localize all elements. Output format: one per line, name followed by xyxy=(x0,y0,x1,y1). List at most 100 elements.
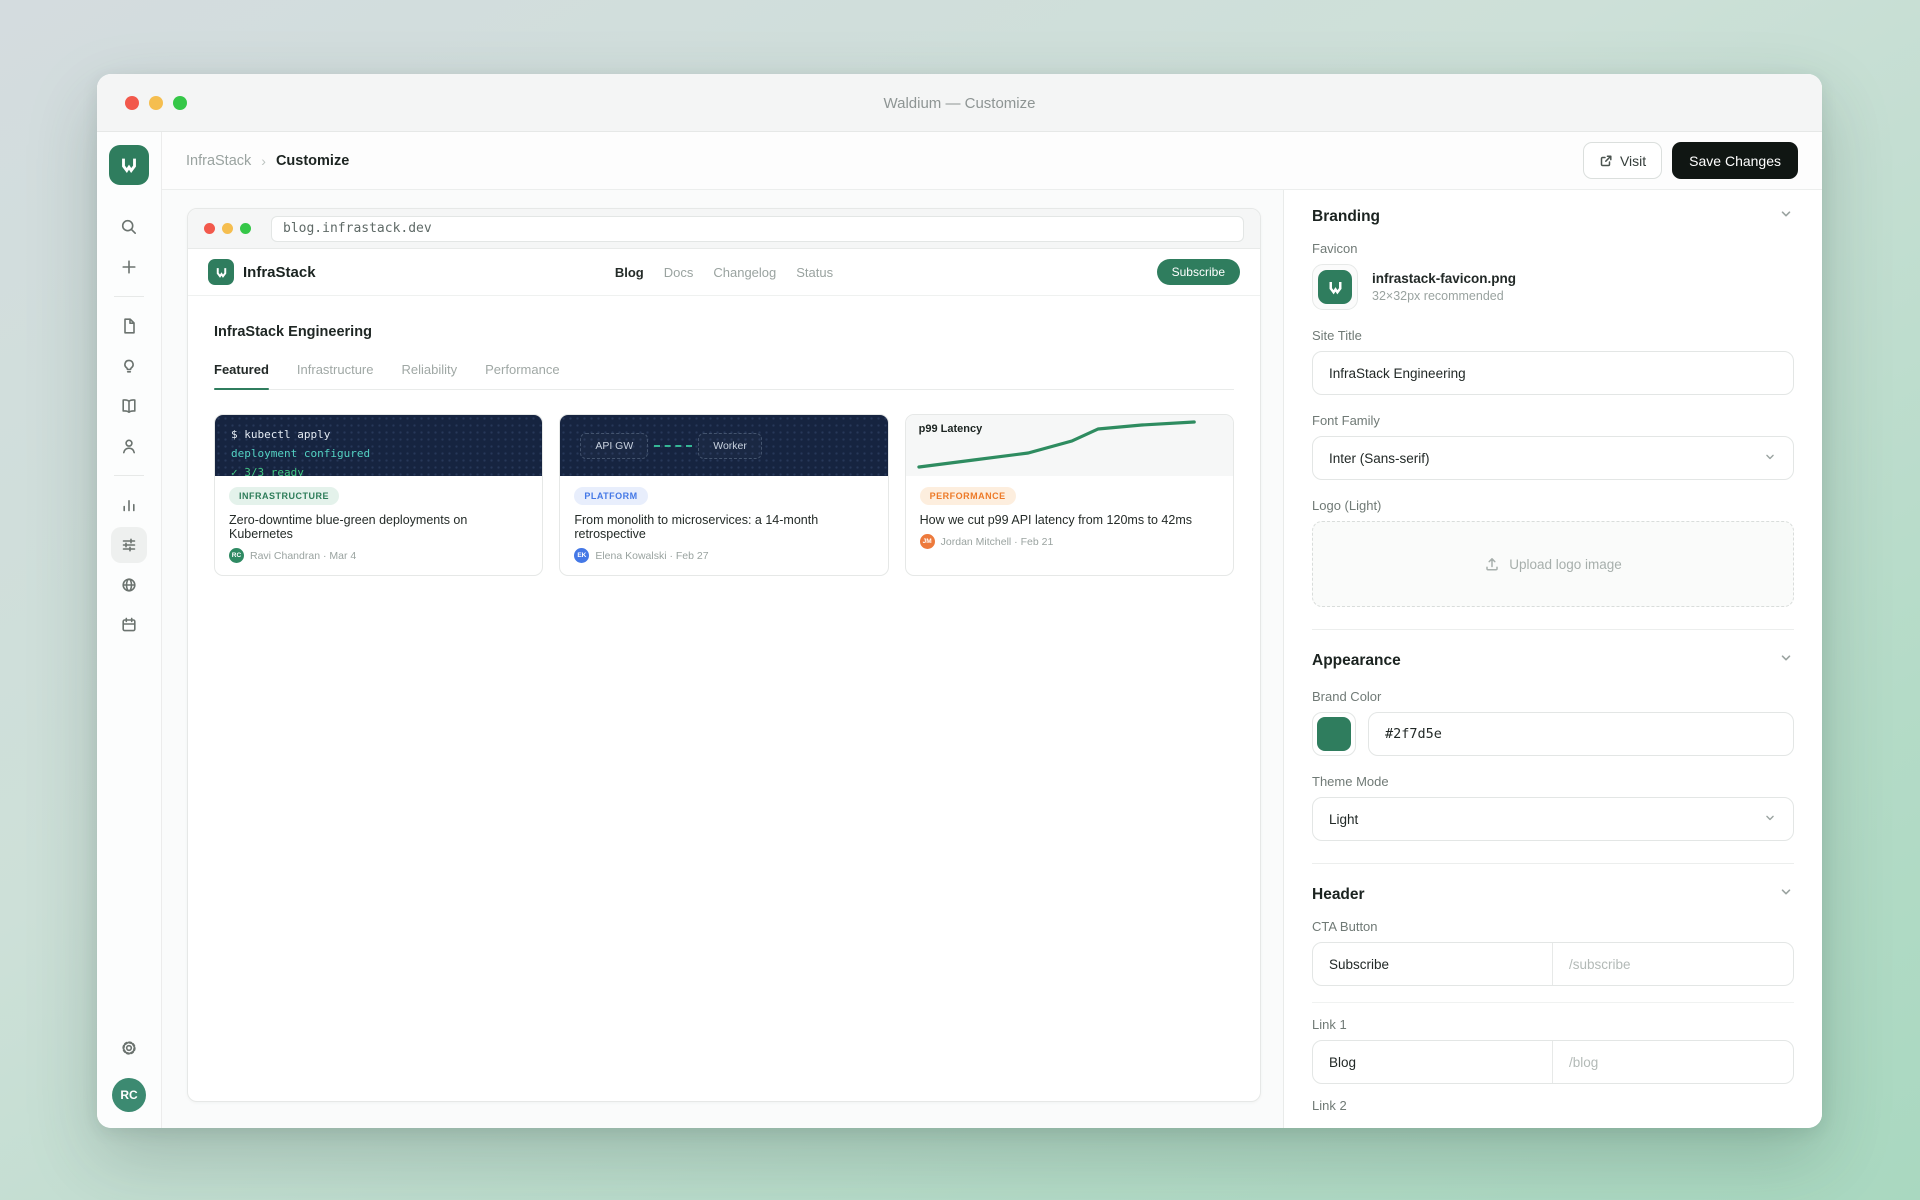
preview-tab-featured[interactable]: Featured xyxy=(214,362,269,389)
theme-mode-select[interactable]: Light xyxy=(1312,797,1794,841)
library-book-icon[interactable] xyxy=(111,388,147,424)
brand-color-label: Brand Color xyxy=(1312,689,1794,704)
breadcrumb-parent[interactable]: InfraStack xyxy=(186,153,251,169)
breadcrumb-current: Customize xyxy=(276,153,349,169)
cta-label-input[interactable] xyxy=(1313,943,1553,985)
font-family-select[interactable]: Inter (Sans-serif) xyxy=(1312,436,1794,480)
preview-nav-status[interactable]: Status xyxy=(796,265,833,280)
preview-tabs: Featured Infrastructure Reliability Perf… xyxy=(214,362,1234,390)
link2-label: Link 2 xyxy=(1312,1098,1794,1113)
add-icon[interactable] xyxy=(111,249,147,285)
browser-url-bar[interactable]: blog.infrastack.dev xyxy=(271,216,1244,242)
post-title: Zero-downtime blue-green deployments on … xyxy=(229,513,528,541)
favicon-preview[interactable] xyxy=(1312,264,1358,310)
save-changes-button[interactable]: Save Changes xyxy=(1672,142,1798,179)
post-card[interactable]: API GW Worker PLATFORM From monolith to … xyxy=(559,414,888,576)
preview-site-nav: Blog Docs Changelog Status xyxy=(188,265,1260,280)
favicon-filename: infrastack-favicon.png xyxy=(1372,271,1516,286)
globe-icon[interactable] xyxy=(111,567,147,603)
visit-button[interactable]: Visit xyxy=(1583,142,1662,179)
post-card[interactable]: p99 Latency PERFORMANCE How we cut p99 A… xyxy=(905,414,1234,576)
chevron-down-icon xyxy=(1763,811,1777,828)
settings-gear-icon[interactable] xyxy=(111,1030,147,1066)
preview-tab-reliability[interactable]: Reliability xyxy=(402,362,458,389)
waldium-logo-icon[interactable] xyxy=(109,145,149,185)
post-thumbnail-chart: p99 Latency xyxy=(906,415,1233,476)
site-title-label: Site Title xyxy=(1312,328,1794,343)
post-author-date: Ravi Chandran · Mar 4 xyxy=(250,550,356,562)
post-thumbnail-terminal: $ kubectl apply deployment configured ✓ … xyxy=(215,415,542,476)
chevron-down-icon xyxy=(1763,450,1777,467)
branding-title: Branding xyxy=(1312,208,1380,226)
font-family-label: Font Family xyxy=(1312,413,1794,428)
chevron-down-icon[interactable] xyxy=(1778,206,1794,227)
post-author-date: Jordan Mitchell · Feb 21 xyxy=(941,536,1054,548)
cta-button-label: CTA Button xyxy=(1312,919,1794,934)
chevron-right-icon: › xyxy=(261,153,266,169)
analytics-chart-icon[interactable] xyxy=(111,487,147,523)
post-tag: INFRASTRUCTURE xyxy=(229,487,339,505)
preview-nav-docs[interactable]: Docs xyxy=(664,265,694,280)
appearance-section-header[interactable]: Appearance xyxy=(1312,650,1794,671)
field-divider xyxy=(1312,1002,1794,1003)
preview-subscribe-button[interactable]: Subscribe xyxy=(1157,259,1240,285)
header-title: Header xyxy=(1312,886,1365,904)
visit-button-label: Visit xyxy=(1620,153,1646,169)
header-section-header[interactable]: Header xyxy=(1312,884,1794,905)
brand-color-input[interactable] xyxy=(1368,712,1794,756)
logo-light-label: Logo (Light) xyxy=(1312,498,1794,513)
branding-section-header[interactable]: Branding xyxy=(1312,206,1794,227)
logo-upload-dropzone[interactable]: Upload logo image xyxy=(1312,521,1794,607)
author-avatar: RC xyxy=(229,548,244,563)
document-icon[interactable] xyxy=(111,308,147,344)
post-meta: EK Elena Kowalski · Feb 27 xyxy=(574,548,873,563)
app-window: Waldium — Customize xyxy=(97,74,1822,1128)
brand-color-swatch[interactable] xyxy=(1312,712,1356,756)
site-title-input[interactable] xyxy=(1312,351,1794,395)
theme-mode-value: Light xyxy=(1329,812,1358,827)
preview-area: blog.infrastack.dev InfraStack Blog Docs… xyxy=(162,190,1283,1128)
chevron-down-icon[interactable] xyxy=(1778,650,1794,671)
preview-nav-changelog[interactable]: Changelog xyxy=(713,265,776,280)
infrastack-logo-icon xyxy=(208,259,234,285)
cta-url-input[interactable] xyxy=(1553,943,1793,985)
post-title: From monolith to microservices: a 14-mon… xyxy=(574,513,873,541)
external-link-icon xyxy=(1599,154,1613,168)
section-divider xyxy=(1312,629,1794,630)
dashed-connector xyxy=(654,445,692,447)
preview-tab-infrastructure[interactable]: Infrastructure xyxy=(297,362,374,389)
window-titlebar: Waldium — Customize xyxy=(97,74,1822,132)
search-icon[interactable] xyxy=(111,209,147,245)
upload-icon xyxy=(1484,556,1500,572)
sidebar-divider xyxy=(114,296,144,297)
preview-nav-blog[interactable]: Blog xyxy=(615,265,644,280)
preview-tab-performance[interactable]: Performance xyxy=(485,362,559,389)
user-avatar[interactable]: RC xyxy=(112,1078,146,1112)
link1-label: Link 1 xyxy=(1312,1017,1794,1032)
link1-label-input[interactable] xyxy=(1313,1041,1553,1083)
favicon-label: Favicon xyxy=(1312,241,1794,256)
customize-sliders-icon[interactable] xyxy=(111,527,147,563)
lightbulb-icon[interactable] xyxy=(111,348,147,384)
sidebar: RC xyxy=(97,132,162,1128)
topbar: InfraStack › Customize Visit Save Change… xyxy=(162,132,1822,190)
post-card[interactable]: $ kubectl apply deployment configured ✓ … xyxy=(214,414,543,576)
link1-url-input[interactable] xyxy=(1553,1041,1793,1083)
post-thumbnail-diagram: API GW Worker xyxy=(560,415,887,476)
link1-fields xyxy=(1312,1040,1794,1084)
post-meta: RC Ravi Chandran · Mar 4 xyxy=(229,548,528,563)
window-title: Waldium — Customize xyxy=(97,74,1822,132)
settings-panel: Branding Favicon infrastack-favicon.png xyxy=(1283,190,1822,1128)
post-title: How we cut p99 API latency from 120ms to… xyxy=(920,513,1219,527)
preview-site-heading: InfraStack Engineering xyxy=(214,324,1234,340)
upload-text: Upload logo image xyxy=(1509,557,1622,572)
post-author-date: Elena Kowalski · Feb 27 xyxy=(595,550,708,562)
latency-sparkline xyxy=(906,415,1233,476)
favicon-hint: 32×32px recommended xyxy=(1372,289,1516,303)
calendar-icon[interactable] xyxy=(111,607,147,643)
chevron-down-icon[interactable] xyxy=(1778,884,1794,905)
theme-mode-label: Theme Mode xyxy=(1312,774,1794,789)
person-icon[interactable] xyxy=(111,428,147,464)
author-avatar: EK xyxy=(574,548,589,563)
browser-traffic-lights xyxy=(204,223,251,234)
